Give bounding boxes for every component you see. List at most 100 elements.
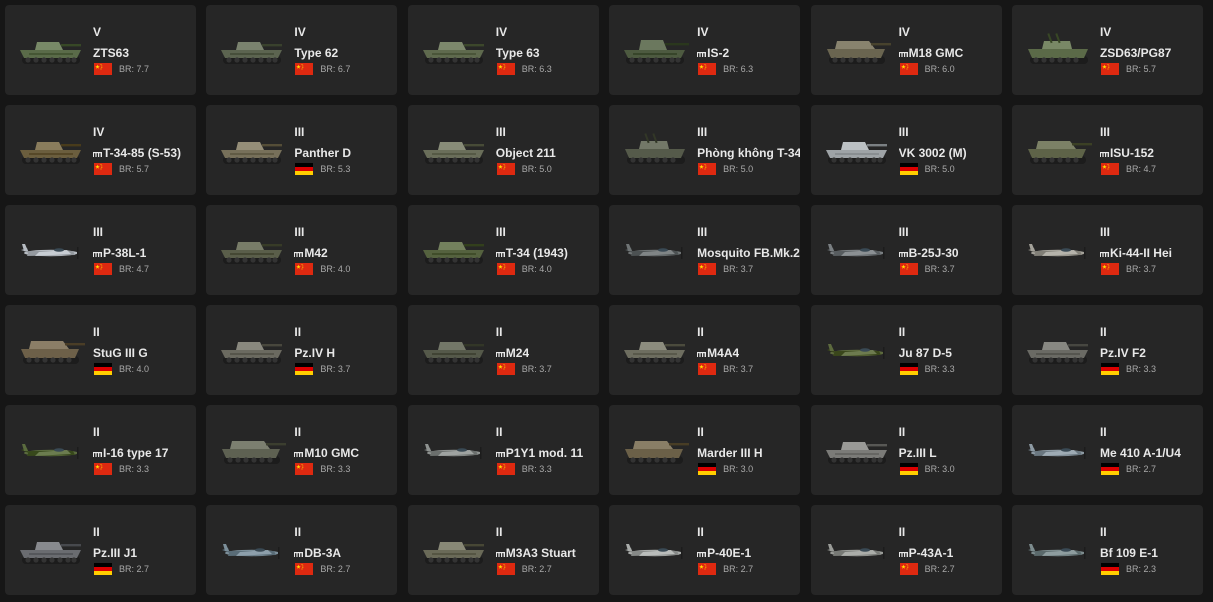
light-tank-thumbnail	[418, 129, 490, 171]
battle-rating: BR: 2.7	[1125, 464, 1156, 474]
vehicle-card-stug-iii-g[interactable]: II StuG III G BR: 4.0	[5, 305, 196, 395]
vehicle-name-text: DB-3A	[304, 546, 342, 560]
battle-rating: BR: 6.0	[924, 64, 955, 74]
spaa-thumbnail	[1022, 29, 1094, 71]
vehicle-rank: II	[93, 525, 100, 539]
vehicle-card-pz-iv-h[interactable]: II Pz.IV H BR: 3.7	[206, 305, 398, 395]
vehicle-name-text: M4A4	[707, 346, 740, 360]
medium-tank-thumbnail	[619, 329, 691, 371]
vehicle-meta: BR: 6.3	[698, 63, 753, 75]
aircraft-thumbnail	[418, 429, 490, 471]
vehicle-rank: IV	[93, 125, 105, 139]
vehicle-name-text: ISU-152	[1109, 146, 1154, 160]
china-flag-icon	[496, 463, 515, 475]
china-flag-icon	[698, 263, 717, 275]
vehicle-card-m3a3-stuart[interactable]: II M3A3 Stuart BR: 2.7	[407, 505, 599, 595]
vehicle-card-vk-3002-m[interactable]: III VK 3002 (M) BR: 5.0	[810, 105, 1002, 195]
vehicle-meta: BR: 4.7	[1100, 163, 1156, 175]
vehicle-rank: II	[495, 425, 503, 439]
vehicle-name-text: Phòng không T-34	[697, 146, 801, 160]
vehicle-card-ju-87-d-5[interactable]: II Ju 87 D-5 BR: 3.3	[810, 305, 1002, 395]
vehicle-card-zts63[interactable]: V ZTS63 BR: 7.7	[5, 5, 196, 95]
vehicle-meta: BR: 2.7	[295, 563, 350, 575]
aircraft-thumbnail	[15, 429, 87, 471]
vehicle-rank: IV	[495, 25, 508, 39]
vehicle-card-object-211[interactable]: III Object 211 BR: 5.0	[407, 105, 599, 195]
vehicle-meta: BR: 3.3	[1100, 363, 1156, 375]
vehicle-name: P-40E-1	[697, 546, 751, 560]
germany-flag-icon	[1100, 563, 1119, 575]
foreign-vehicle-icon	[1099, 151, 1109, 157]
vehicle-card-pz-iii-l[interactable]: II Pz.III L BR: 3.0	[810, 405, 1002, 495]
china-flag-icon	[698, 63, 717, 75]
vehicle-card-pz-iv-f2[interactable]: II Pz.IV F2 BR: 3.3	[1011, 305, 1203, 395]
battle-rating: BR: 4.0	[119, 364, 150, 374]
aircraft-thumbnail	[619, 229, 691, 271]
medium-tank-thumbnail	[418, 229, 490, 271]
vehicle-card-zsd63-pg87[interactable]: IV ZSD63/PG87 BR: 5.7	[1011, 5, 1203, 95]
vehicle-rank: II	[898, 425, 906, 439]
vehicle-card-p1y1-mod-11[interactable]: II P1Y1 mod. 11 BR: 3.3	[407, 405, 599, 495]
vehicle-card-mosquito-fb-mk-2[interactable]: III Mosquito FB.Mk.2 BR: 3.7	[609, 205, 801, 295]
china-flag-icon	[496, 63, 515, 75]
vehicle-rank: III	[1099, 225, 1110, 239]
vehicle-card-i-16-type-17[interactable]: II I-16 type 17 BR: 3.3	[5, 405, 196, 495]
vehicle-card-bf-109-e-1[interactable]: II Bf 109 E-1 BR: 2.3	[1011, 505, 1203, 595]
vehicle-meta: BR: 5.0	[899, 163, 955, 175]
foreign-vehicle-icon	[93, 451, 102, 457]
vehicle-name: Pz.III J1	[93, 546, 137, 560]
vehicle-name-text: Marder III H	[697, 446, 763, 460]
foreign-vehicle-icon	[495, 351, 505, 357]
foreign-vehicle-icon	[1099, 251, 1109, 257]
vehicle-card-m18-gmc[interactable]: IV M18 GMC BR: 6.0	[810, 5, 1002, 95]
battle-rating: BR: 7.7	[119, 64, 150, 74]
vehicle-card-t-34-85-s-53[interactable]: IV T-34-85 (S-53) BR: 5.7	[5, 105, 196, 195]
vehicle-name-text: Panther D	[294, 146, 352, 160]
vehicle-name: Bf 109 E-1	[1100, 546, 1158, 560]
battle-rating: BR: 2.7	[521, 564, 552, 574]
china-flag-icon	[94, 463, 112, 475]
light-tank-thumbnail	[418, 29, 490, 71]
vehicle-card-panther-d[interactable]: III Panther D BR: 5.3	[206, 105, 398, 195]
vehicle-rank: IV	[898, 25, 910, 39]
germany-flag-icon	[698, 463, 717, 475]
vehicle-name-text: Type 63	[495, 46, 540, 60]
foreign-vehicle-icon	[495, 251, 505, 257]
foreign-vehicle-icon	[898, 551, 908, 557]
vehicle-card-m42[interactable]: III M42 BR: 4.0	[206, 205, 398, 295]
vehicle-card-type-63[interactable]: IV Type 63 BR: 6.3	[407, 5, 599, 95]
vehicle-card-m10-gmc[interactable]: II M10 GMC BR: 3.3	[206, 405, 398, 495]
vehicle-name: Phòng không T-34	[697, 146, 800, 160]
aircraft-thumbnail	[216, 529, 288, 571]
vehicle-card-me-410-a-1-u4[interactable]: II Me 410 A-1/U4 BR: 2.7	[1011, 405, 1203, 495]
vehicle-rank: II	[1099, 325, 1107, 339]
vehicle-card-is-2[interactable]: IV IS-2 BR: 6.3	[609, 5, 801, 95]
spaa-thumbnail	[619, 129, 691, 171]
battle-rating: BR: 3.3	[119, 464, 150, 474]
vehicle-card-pz-iii-j1[interactable]: II Pz.III J1 BR: 2.7	[5, 505, 196, 595]
vehicle-card-db-3a[interactable]: II DB-3A BR: 2.7	[206, 505, 398, 595]
foreign-vehicle-icon	[93, 151, 102, 157]
vehicle-card-p-43a-1[interactable]: II P-43A-1 BR: 2.7	[810, 505, 1002, 595]
vehicle-card-p-38l-1[interactable]: III P-38L-1 BR: 4.7	[5, 205, 196, 295]
vehicle-name: I-16 type 17	[93, 446, 168, 460]
vehicle-card-m24[interactable]: II M24 BR: 3.7	[407, 305, 599, 395]
vehicle-card-p-40e-1[interactable]: II P-40E-1 BR: 2.7	[609, 505, 801, 595]
vehicle-rank: III	[495, 225, 506, 239]
vehicle-name: M42	[294, 246, 328, 260]
vehicle-name: Type 63	[496, 46, 540, 60]
vehicle-card-b-25j-30[interactable]: III B-25J-30 BR: 3.7	[810, 205, 1002, 295]
vehicle-card-ki-44-ii-hei[interactable]: III Ki-44-II Hei BR: 3.7	[1011, 205, 1203, 295]
vehicle-name: M3A3 Stuart	[495, 546, 576, 560]
vehicle-card-marder-iii-h[interactable]: II Marder III H BR: 3.0	[609, 405, 801, 495]
vehicle-card-m4a4[interactable]: II M4A4 BR: 3.7	[609, 305, 801, 395]
vehicle-meta: BR: 2.7	[899, 563, 955, 575]
china-flag-icon	[295, 463, 314, 475]
vehicle-name-text: ZSD63/PG87	[1099, 46, 1172, 60]
vehicle-card-ph-ng-kh-ng-t-34[interactable]: III Phòng không T-34 BR: 5.0	[609, 105, 801, 195]
vehicle-card-type-62[interactable]: IV Type 62 BR: 6.7	[206, 5, 398, 95]
vehicle-card-isu-152[interactable]: III ISU-152 BR: 4.7	[1011, 105, 1203, 195]
vehicle-name: T-34 (1943)	[495, 246, 568, 260]
vehicle-card-t-34-1943[interactable]: III T-34 (1943) BR: 4.0	[407, 205, 599, 295]
vehicle-meta: BR: 3.3	[94, 463, 149, 475]
